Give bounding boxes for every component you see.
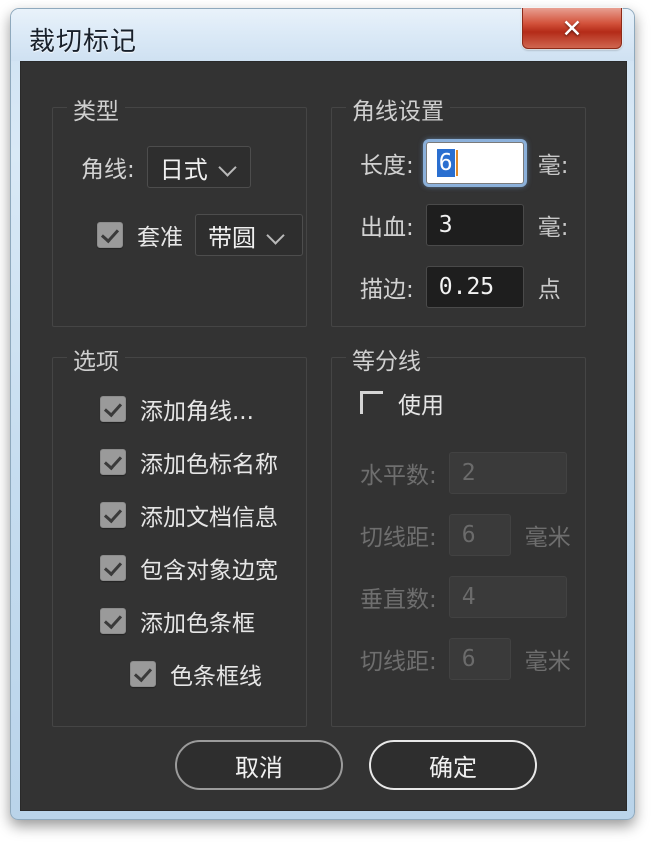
option-row-add-color-bar[interactable]: 添加色条框 — [100, 604, 255, 638]
label-use-divider: 使用 — [398, 393, 444, 419]
option-row-include-object-width[interactable]: 包含对象边宽 — [100, 551, 278, 585]
group-options: 选项 添加角线... 添加色标名称 添加文档信息 包含对象边宽 添加色条框 色条… — [52, 342, 307, 727]
title-bar[interactable]: 裁切标记 ✕ — [11, 8, 634, 61]
label-add-corner-marks: 添加角线... — [140, 399, 254, 425]
label-add-doc-info: 添加文档信息 — [140, 505, 278, 531]
stroke-value: 0.25 — [438, 274, 495, 300]
text-caret — [455, 150, 458, 176]
vertical-gap-unit: 毫米 — [524, 649, 571, 675]
row-bleed: 出血: 3 毫: — [360, 204, 569, 246]
row-registration: 套准 带圆 — [97, 214, 303, 256]
chevron-down-icon — [266, 224, 288, 246]
length-value: 6 — [436, 149, 455, 177]
checkbox-add-corner-marks[interactable] — [100, 396, 126, 422]
option-row-color-bar-frame[interactable]: 色条框线 — [130, 657, 262, 691]
dialog-window: 裁切标记 ✕ 类型 角线: 日式 套准 带圆 角线设置 长度: 6 毫: 出血:… — [10, 8, 635, 820]
stroke-input[interactable]: 0.25 — [425, 266, 524, 308]
dialog-title: 裁切标记 — [29, 27, 138, 57]
horizontal-count-label: 水平数: — [360, 463, 437, 489]
row-horizontal-gap: 切线距: 6 毫米 — [360, 514, 571, 556]
group-corner-settings-legend: 角线设置 — [346, 92, 450, 126]
corner-style-value: 日式 — [159, 155, 208, 184]
option-row-add-color-names[interactable]: 添加色标名称 — [100, 445, 278, 479]
group-type: 类型 角线: 日式 套准 带圆 — [52, 92, 307, 327]
row-corner-style: 角线: 日式 — [81, 146, 251, 188]
group-divider-lines: 等分线 使用 水平数: 2 切线距: 6 毫米 垂直数: 4 切线距: 6 毫米 — [331, 342, 586, 727]
row-length: 长度: 6 毫: — [360, 142, 569, 184]
cancel-button-label: 取消 — [235, 753, 283, 782]
bleed-unit: 毫: — [537, 215, 569, 241]
vertical-gap-input: 6 — [448, 638, 511, 680]
checkbox-include-object-width[interactable] — [100, 555, 126, 581]
horizontal-gap-value: 6 — [461, 522, 476, 548]
length-input[interactable]: 6 — [425, 142, 524, 184]
corner-style-label: 角线: — [81, 157, 135, 183]
checkbox-color-bar-frame[interactable] — [130, 661, 156, 687]
checkbox-add-doc-info[interactable] — [100, 502, 126, 528]
vertical-count-label: 垂直数: — [360, 587, 437, 613]
close-button[interactable]: ✕ — [522, 8, 622, 49]
vertical-gap-label: 切线距: — [360, 649, 437, 675]
cancel-button[interactable]: 取消 — [175, 740, 343, 790]
vertical-count-input: 4 — [448, 576, 567, 618]
group-type-legend: 类型 — [67, 92, 125, 126]
registration-select[interactable]: 带圆 — [195, 214, 303, 256]
row-vertical-count: 垂直数: 4 — [360, 576, 581, 618]
stroke-unit: 点 — [537, 277, 561, 303]
dialog-content-panel: 类型 角线: 日式 套准 带圆 角线设置 长度: 6 毫: 出血: 3 毫: 描… — [20, 61, 627, 811]
close-icon: ✕ — [561, 14, 583, 43]
bleed-value: 3 — [438, 212, 453, 238]
registration-value: 带圆 — [208, 223, 256, 252]
checkbox-add-color-names[interactable] — [100, 449, 126, 475]
option-row-add-doc-info[interactable]: 添加文档信息 — [100, 498, 278, 532]
row-vertical-gap: 切线距: 6 毫米 — [360, 638, 571, 680]
option-row-add-corner-marks[interactable]: 添加角线... — [100, 392, 254, 426]
checkbox-add-color-bar[interactable] — [100, 608, 126, 634]
horizontal-gap-input: 6 — [448, 514, 511, 556]
vertical-gap-value: 6 — [461, 646, 476, 672]
length-label: 长度: — [360, 153, 414, 179]
corner-style-select[interactable]: 日式 — [146, 146, 251, 188]
label-add-color-names: 添加色标名称 — [140, 452, 278, 478]
length-unit: 毫: — [537, 153, 569, 179]
stroke-label: 描边: — [360, 277, 414, 303]
horizontal-gap-unit: 毫米 — [524, 525, 571, 551]
ok-button[interactable]: 确定 — [369, 740, 537, 790]
row-horizontal-count: 水平数: 2 — [360, 452, 581, 494]
row-stroke: 描边: 0.25 点 — [360, 266, 561, 308]
horizontal-count-value: 2 — [461, 460, 476, 486]
vertical-count-value: 4 — [461, 584, 476, 610]
label-color-bar-frame: 色条框线 — [170, 664, 262, 690]
registration-label: 套准 — [137, 225, 183, 251]
group-divider-lines-legend: 等分线 — [346, 342, 427, 376]
horizontal-gap-label: 切线距: — [360, 525, 437, 551]
bleed-input[interactable]: 3 — [425, 204, 524, 246]
registration-checkbox[interactable] — [97, 222, 123, 248]
bleed-label: 出血: — [360, 215, 414, 241]
divider-use-row[interactable]: 使用 — [360, 386, 444, 420]
horizontal-count-input: 2 — [448, 452, 567, 494]
label-include-object-width: 包含对象边宽 — [140, 558, 278, 584]
label-add-color-bar: 添加色条框 — [140, 611, 255, 637]
ok-button-label: 确定 — [429, 753, 477, 782]
chevron-down-icon — [218, 156, 240, 178]
group-options-legend: 选项 — [67, 342, 125, 376]
checkbox-use-divider[interactable] — [360, 391, 384, 415]
group-corner-settings: 角线设置 长度: 6 毫: 出血: 3 毫: 描边: 0.25 点 — [331, 92, 586, 327]
